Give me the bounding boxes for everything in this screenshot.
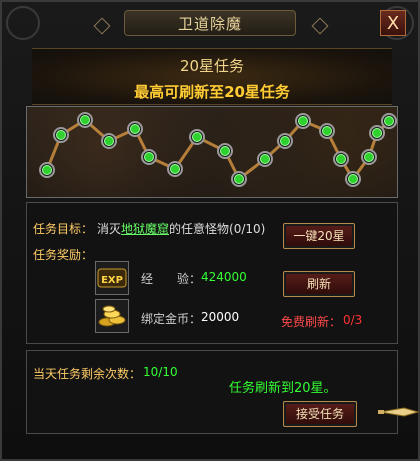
star-node-lit xyxy=(56,130,66,140)
star-node-lit xyxy=(234,174,244,184)
close-button[interactable]: X xyxy=(380,10,406,36)
star-path-graphic xyxy=(39,112,397,187)
gold-value: 20000 xyxy=(201,310,240,324)
star-node-lit xyxy=(170,164,180,174)
star-node-lit xyxy=(384,116,394,126)
star-node-lit xyxy=(348,174,358,184)
free-refresh-label: 免费刷新： xyxy=(281,315,342,329)
svg-text:EXP: EXP xyxy=(101,275,123,286)
quest-header: 20星任务 最高可刷新至20星任务 xyxy=(32,48,392,105)
target-label: 任务目标： xyxy=(33,222,94,236)
refresh-notice: 任务刷新到20星。 xyxy=(229,381,337,396)
target-location-link[interactable]: 地狱魔窟 xyxy=(121,222,169,236)
daily-remaining-label: 当天任务剩余次数： xyxy=(33,367,142,381)
exp-label: 经 验： xyxy=(141,272,202,286)
title-ornament xyxy=(93,17,111,35)
target-suffix: 的任意怪物(0/10) xyxy=(169,222,266,236)
quest-window: 卫道除魔 X 20星任务 最高可刷新至20星任务 任务目标： 消灭地狱魔窟的任意… xyxy=(0,0,420,461)
star-node-lit xyxy=(364,152,374,162)
gold-coins-icon xyxy=(95,299,129,333)
reward-label: 任务奖励： xyxy=(33,248,94,262)
star-node-lit xyxy=(144,152,154,162)
daily-panel: 当天任务剩余次数： 10/10 任务刷新到20星。 接受任务 xyxy=(26,350,398,434)
daily-remaining-value: 10/10 xyxy=(143,365,178,379)
star-node-lit xyxy=(42,165,52,175)
star-node-lit xyxy=(260,154,270,164)
exp-value: 424000 xyxy=(201,270,247,284)
star-node-lit xyxy=(280,136,290,146)
refresh-button[interactable]: 刷新 xyxy=(283,271,355,297)
quest-star-title: 20星任务 xyxy=(179,57,245,75)
one-key-20-star-button[interactable]: 一键20星 xyxy=(283,223,355,249)
star-node-lit xyxy=(104,136,114,146)
star-node-lit xyxy=(336,154,346,164)
gold-label: 绑定金币： xyxy=(141,312,202,326)
exp-icon: EXP xyxy=(95,261,129,295)
star-node-lit xyxy=(322,126,332,136)
accept-task-button[interactable]: 接受任务 xyxy=(283,401,357,427)
star-node-lit xyxy=(80,115,90,125)
title-bar: 卫道除魔 xyxy=(10,8,410,38)
star-node-lit xyxy=(372,128,382,138)
window-title: 卫道除魔 xyxy=(124,10,296,36)
close-icon: X xyxy=(386,13,400,34)
sword-pointer-icon xyxy=(378,407,420,417)
star-node-lit xyxy=(220,146,230,156)
target-text: 消灭地狱魔窟的任意怪物(0/10) xyxy=(97,220,265,237)
task-panel: 任务目标： 消灭地狱魔窟的任意怪物(0/10) 任务奖励： EXP 经 验： 4… xyxy=(26,202,398,344)
free-refresh-value: 0/3 xyxy=(343,313,363,327)
star-node-lit xyxy=(130,124,140,134)
star-node-lit xyxy=(192,132,202,142)
title-ornament xyxy=(311,17,329,35)
star-node-lit xyxy=(298,116,308,126)
star-progress-map xyxy=(26,106,398,198)
target-prefix: 消灭 xyxy=(97,222,122,236)
quest-star-subtitle: 最高可刷新至20星任务 xyxy=(134,83,290,101)
